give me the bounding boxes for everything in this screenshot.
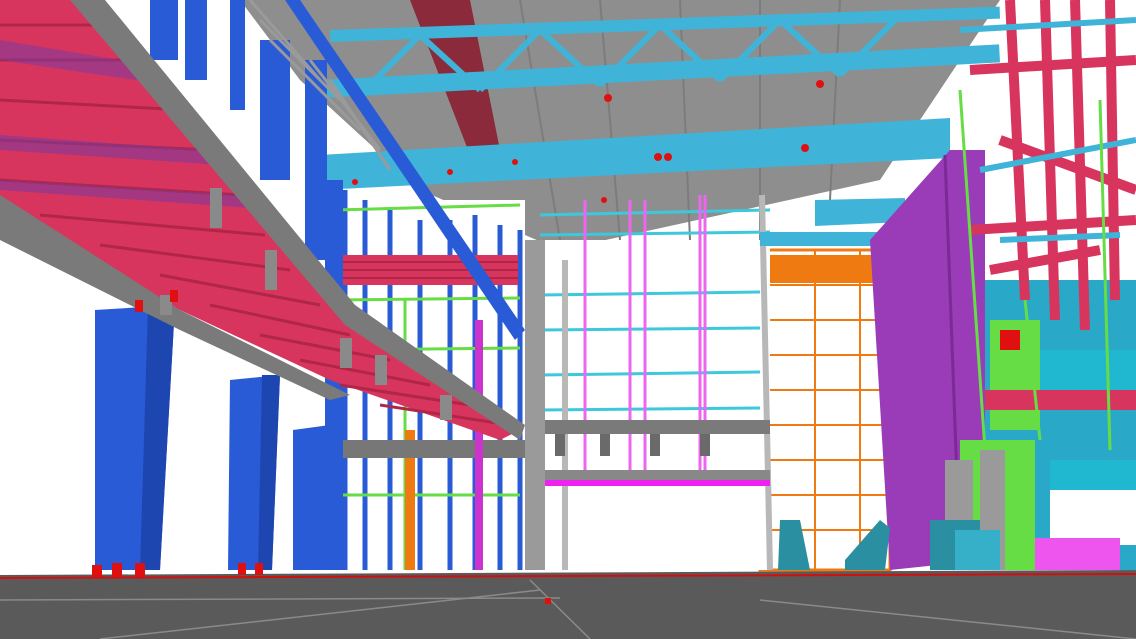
grey-column xyxy=(525,240,545,570)
central-scaffold xyxy=(525,194,773,571)
orange-frame-wall xyxy=(758,248,892,572)
model-render xyxy=(0,0,1136,639)
floor-slab xyxy=(0,570,1136,639)
model-viewport[interactable] xyxy=(0,0,1136,639)
